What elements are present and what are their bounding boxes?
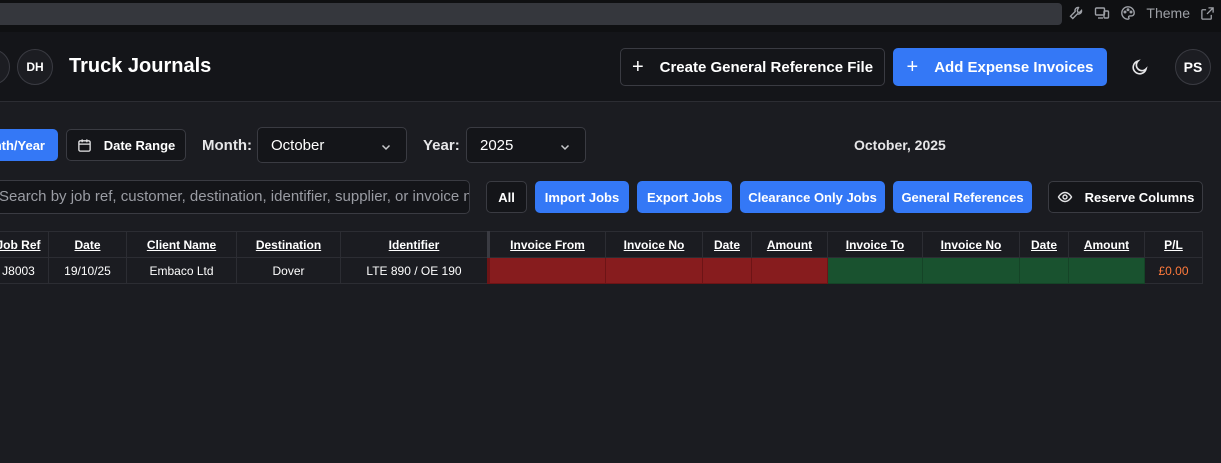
- external-link-icon[interactable]: [1200, 6, 1215, 21]
- col-job-ref[interactable]: Job Ref: [0, 231, 49, 258]
- cell-amount[interactable]: [751, 257, 828, 284]
- year-select[interactable]: 2025: [466, 127, 586, 163]
- chevron-down-icon: [559, 140, 571, 157]
- plus-icon: +: [906, 55, 919, 78]
- month-label: Month:: [202, 137, 252, 154]
- app-header: DH Truck Journals + Create General Refer…: [0, 32, 1221, 102]
- filter-general-references-button[interactable]: General References: [893, 181, 1032, 213]
- month-year-label: Month/Year: [0, 137, 45, 153]
- col-pl[interactable]: P/L: [1144, 231, 1203, 258]
- filter-all-button[interactable]: All: [486, 181, 527, 213]
- devices-icon[interactable]: [1094, 5, 1110, 21]
- col-client-name[interactable]: Client Name: [126, 231, 237, 258]
- moon-icon[interactable]: [1131, 58, 1149, 81]
- col-amount[interactable]: Amount: [751, 231, 828, 258]
- col-amount-2[interactable]: Amount: [1068, 231, 1145, 258]
- menu-avatar-partial[interactable]: [0, 49, 10, 85]
- add-expense-invoices-button[interactable]: + Add Expense Invoices: [893, 48, 1107, 86]
- cell-invoice-to[interactable]: [827, 257, 923, 284]
- cell-invoice-from[interactable]: [487, 257, 606, 284]
- year-value: 2025: [480, 136, 514, 154]
- cell-destination: Dover: [236, 257, 341, 284]
- date-range-button[interactable]: Date Range: [66, 129, 186, 161]
- user-avatar[interactable]: DH: [17, 49, 53, 85]
- eye-icon: [1057, 189, 1073, 205]
- month-year-button[interactable]: Month/Year: [0, 129, 58, 161]
- journal-table: Job Ref Date Client Name Destination Ide…: [0, 231, 1203, 284]
- create-general-reference-button[interactable]: + Create General Reference File: [620, 48, 885, 86]
- theme-label[interactable]: Theme: [1146, 5, 1190, 21]
- col-identifier[interactable]: Identifier: [340, 231, 489, 258]
- col-invoice-date[interactable]: Date: [702, 231, 752, 258]
- cell-amount-2[interactable]: [1068, 257, 1145, 284]
- col-destination[interactable]: Destination: [236, 231, 341, 258]
- cell-date: 19/10/25: [48, 257, 127, 284]
- chevron-down-icon: [380, 140, 392, 157]
- month-select[interactable]: October: [257, 127, 407, 163]
- period-display: October, 2025: [854, 137, 946, 153]
- palette-icon[interactable]: [1120, 5, 1136, 21]
- cell-client-name: Embaco Ltd: [126, 257, 237, 284]
- col-invoice-no-2[interactable]: Invoice No: [922, 231, 1020, 258]
- filter-import-jobs-button[interactable]: Import Jobs: [535, 181, 629, 213]
- cell-invoice-date-2[interactable]: [1019, 257, 1069, 284]
- reserve-columns-button[interactable]: Reserve Columns: [1048, 181, 1203, 213]
- col-date[interactable]: Date: [48, 231, 127, 258]
- cell-invoice-no-2[interactable]: [922, 257, 1020, 284]
- col-invoice-no[interactable]: Invoice No: [605, 231, 703, 258]
- col-invoice-from[interactable]: Invoice From: [487, 231, 606, 258]
- cell-pl: £0.00: [1144, 257, 1203, 284]
- month-value: October: [271, 136, 325, 154]
- year-label: Year:: [423, 137, 460, 154]
- date-range-label: Date Range: [103, 137, 176, 153]
- address-strip[interactable]: [0, 3, 1062, 25]
- table-header-row: Job Ref Date Client Name Destination Ide…: [0, 231, 1203, 258]
- wrench-icon[interactable]: [1068, 5, 1084, 21]
- cell-invoice-date[interactable]: [702, 257, 752, 284]
- calendar-icon: [77, 138, 92, 153]
- filter-clearance-only-button[interactable]: Clearance Only Jobs: [740, 181, 885, 213]
- cell-job-ref: J8003: [0, 257, 49, 284]
- profile-avatar[interactable]: PS: [1175, 49, 1211, 85]
- add-expense-invoices-label: Add Expense Invoices: [934, 58, 1094, 76]
- col-invoice-to[interactable]: Invoice To: [827, 231, 923, 258]
- cell-invoice-no[interactable]: [605, 257, 703, 284]
- create-general-reference-label: Create General Reference File: [659, 58, 874, 76]
- reserve-columns-label: Reserve Columns: [1084, 189, 1195, 205]
- table-row[interactable]: J8003 19/10/25 Embaco Ltd Dover LTE 890 …: [0, 257, 1203, 284]
- search-input[interactable]: Search by job ref, customer, destination…: [0, 180, 470, 214]
- filter-export-jobs-button[interactable]: Export Jobs: [637, 181, 732, 213]
- col-invoice-date-2[interactable]: Date: [1019, 231, 1069, 258]
- plus-icon: +: [631, 55, 644, 78]
- page-title: Truck Journals: [69, 55, 212, 77]
- cell-identifier: LTE 890 / OE 190: [340, 257, 489, 284]
- top-bar: Theme: [0, 0, 1221, 32]
